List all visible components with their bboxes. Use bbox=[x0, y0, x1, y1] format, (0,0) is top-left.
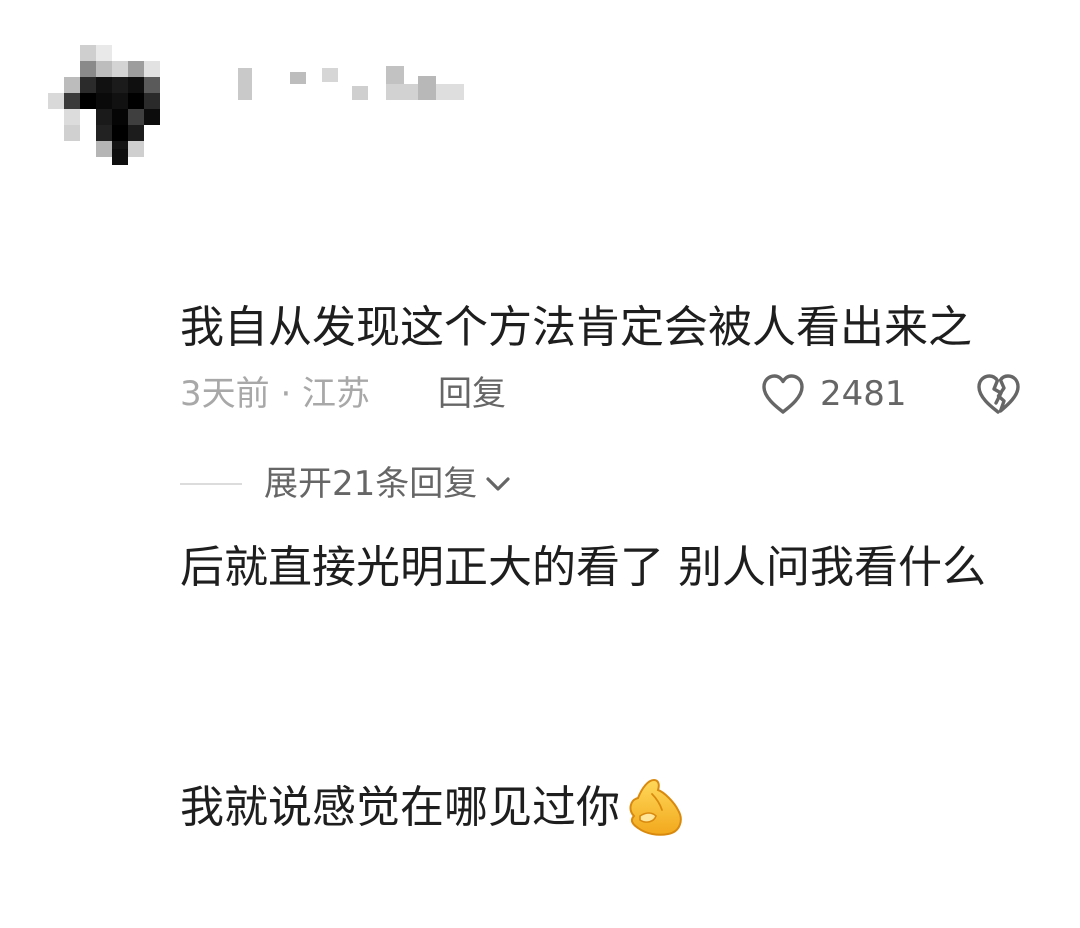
expand-replies-row: 展开21条回复 bbox=[180, 456, 600, 512]
expand-replies-label: 展开21条回复 bbox=[264, 464, 478, 504]
comment-meta: 3天前 · 江苏 回复 2481 bbox=[180, 366, 1040, 422]
comment-text: 我自从发现这个方法肯定会被人看出来之 后就直接光明正大的看了 别人问我看什么 我… bbox=[180, 128, 1020, 928]
like-count: 2481 bbox=[820, 374, 907, 414]
divider bbox=[180, 483, 242, 485]
chevron-down-icon bbox=[486, 477, 510, 491]
comment-line-3-text: 我就说感觉在哪见过你 bbox=[180, 782, 620, 833]
heart-icon bbox=[762, 374, 804, 414]
reply-button[interactable]: 回复 bbox=[438, 366, 506, 422]
broken-heart-icon[interactable] bbox=[974, 372, 1022, 416]
username[interactable] bbox=[238, 62, 468, 106]
expand-replies-button[interactable]: 展开21条回复 bbox=[264, 456, 513, 512]
comment-line-1: 我自从发现这个方法肯定会被人看出来之 bbox=[180, 302, 972, 353]
avatar[interactable] bbox=[48, 45, 160, 165]
time-location: 3天前 · 江苏 bbox=[180, 374, 371, 414]
comment-line-2: 后就直接光明正大的看了 别人问我看什么 bbox=[180, 542, 986, 593]
pinched-fingers-emoji bbox=[629, 778, 682, 836]
like-button[interactable]: 2481 bbox=[760, 366, 907, 422]
comment-line-3: 我就说感觉在哪见过你 bbox=[180, 768, 1020, 848]
